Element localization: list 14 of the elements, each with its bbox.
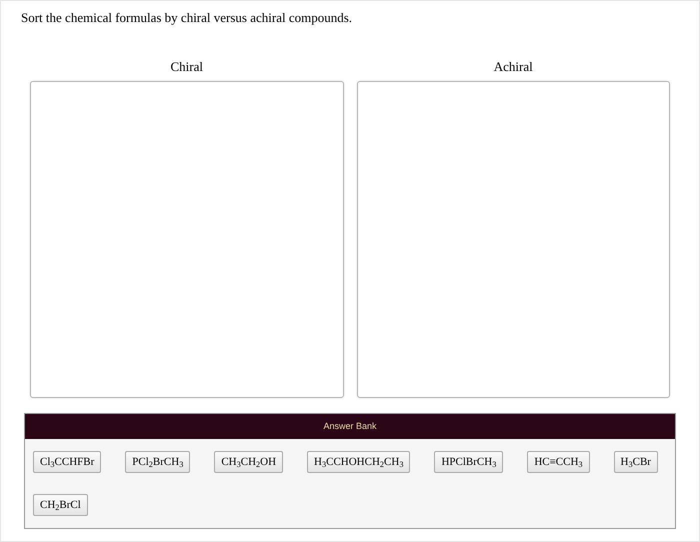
formula-chip[interactable]: CH$_{2}$BrCl [33,494,88,516]
bin-label: Chiral [170,59,203,75]
formula-chip[interactable]: Cl$_{3}$CCHFBr [33,451,102,473]
drop-zone[interactable] [356,81,670,398]
instruction-text: Sort the chemical formulas by chiral versus achiral compounds. [21,9,354,27]
bin-label: Achiral [494,59,533,75]
formula-chip[interactable]: H$_{3}$CCHOHCH$_{2}$CH$_{3}$ [307,451,410,473]
drop-zone[interactable] [30,81,344,398]
formula-chip[interactable]: HPClBrCH$_{3}$ [434,451,504,473]
formula-chip[interactable]: CH$_{3}$CH$_{2}$OH [214,451,284,473]
answer-bank-title: Answer Bank [323,420,377,433]
formula-chip[interactable]: H$_{3}$CBr [614,451,658,473]
formula-chip[interactable]: PCl$_{2}$BrCH$_{3}$ [125,451,190,473]
formula-chip[interactable]: HC≡CCH$_{3}$ [527,451,590,473]
